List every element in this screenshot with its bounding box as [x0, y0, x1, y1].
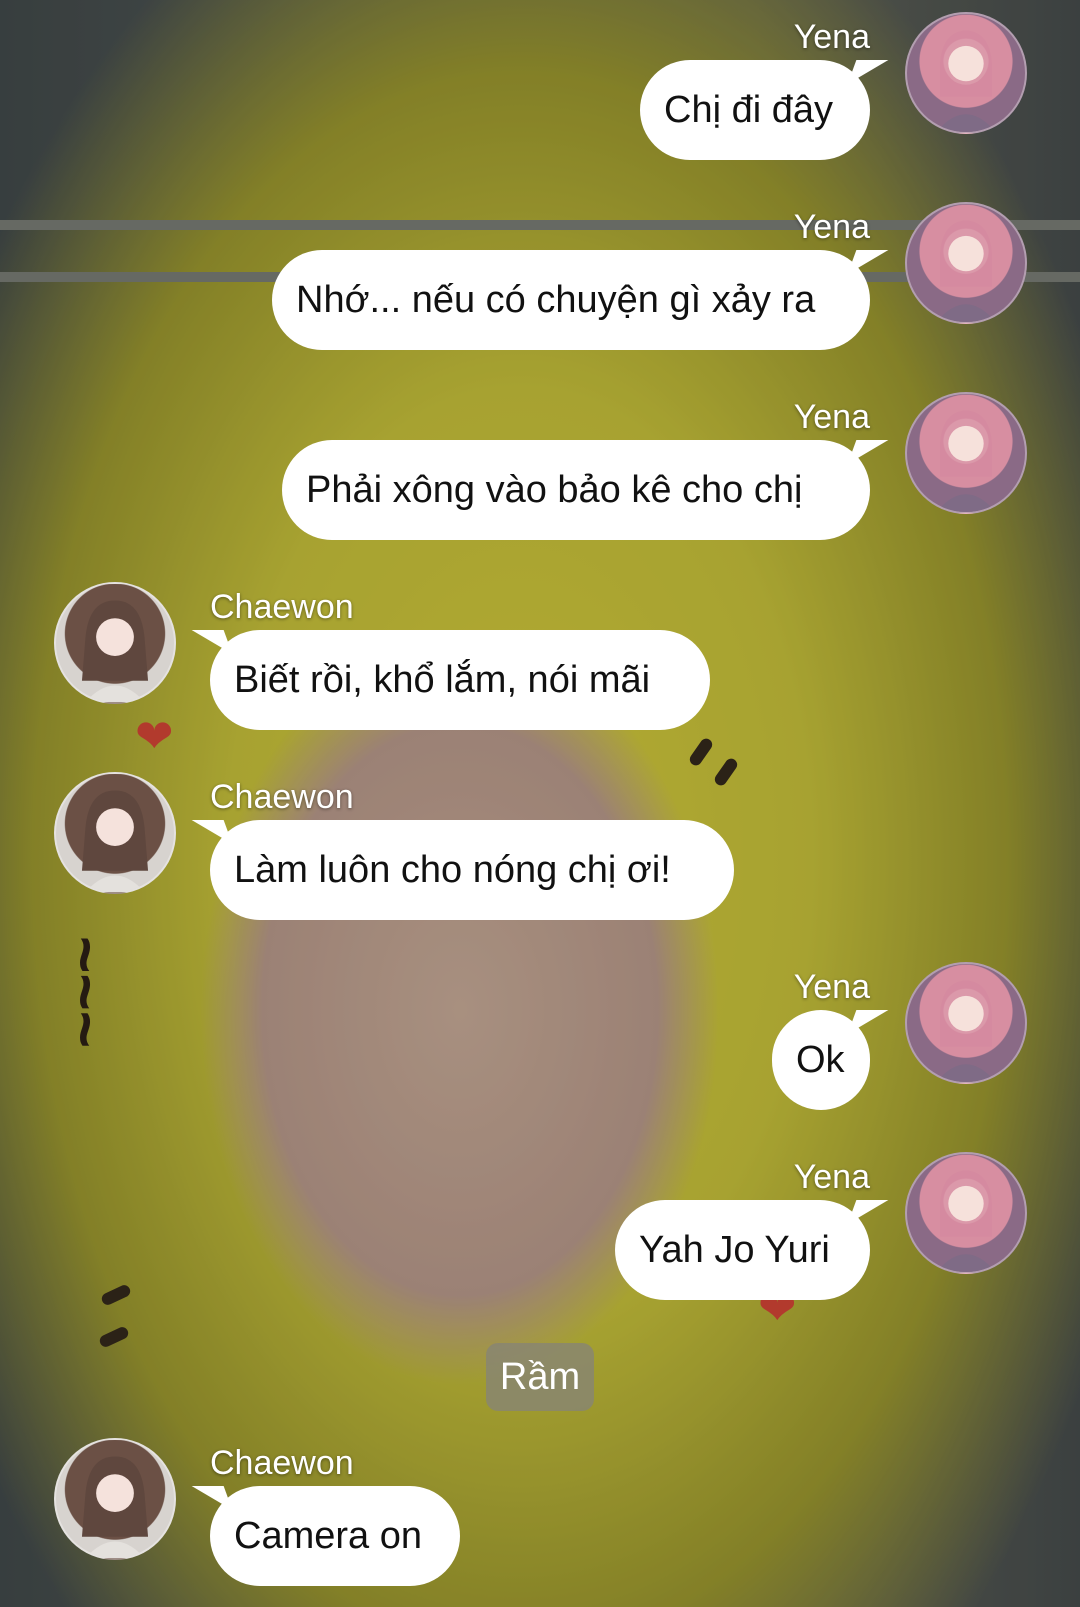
message-bubble[interactable]: Camera on — [210, 1486, 460, 1586]
sender-name: Yena — [793, 968, 870, 1006]
avatar-face-icon — [936, 220, 996, 322]
avatar-face-icon — [936, 410, 996, 512]
message-bubble[interactable]: Nhớ... nếu có chuyện gì xảy ra — [272, 250, 870, 350]
sender-name: Yena — [793, 398, 870, 436]
chaewon-avatar[interactable] — [54, 1438, 176, 1560]
chaewon-avatar[interactable] — [54, 582, 176, 704]
sender-name: Chaewon — [210, 1444, 354, 1482]
sender-name: Yena — [793, 208, 870, 246]
sender-name: Yena — [793, 18, 870, 56]
message-bubble[interactable]: Phải xông vào bảo kê cho chị — [282, 440, 870, 540]
heart-icon: ❤ — [135, 710, 174, 762]
chat-screen: ❤ ❤ ~~~ Yena Chị đi đây Yena Nhớ... nếu … — [0, 0, 1080, 1607]
message-bubble[interactable]: Biết rồi, khổ lắm, nói mãi — [210, 630, 710, 730]
system-note: Rầm — [486, 1343, 594, 1411]
message-bubble[interactable]: Làm luôn cho nóng chị ơi! — [210, 820, 734, 920]
yena-avatar[interactable] — [905, 202, 1027, 324]
sender-name: Chaewon — [210, 588, 354, 626]
yena-avatar[interactable] — [905, 962, 1027, 1084]
avatar-face-icon — [81, 790, 149, 892]
message-bubble[interactable]: Chị đi đây — [640, 60, 870, 160]
yena-avatar[interactable] — [905, 392, 1027, 514]
avatar-face-icon — [81, 1456, 149, 1558]
squiggle-mark: ~~~ — [50, 935, 123, 1049]
message-bubble[interactable]: Yah Jo Yuri — [615, 1200, 870, 1300]
message-bubble[interactable]: Ok — [772, 1010, 870, 1110]
avatar-face-icon — [936, 30, 996, 132]
avatar-face-icon — [936, 980, 996, 1082]
yena-avatar[interactable] — [905, 12, 1027, 134]
sender-name: Chaewon — [210, 778, 354, 816]
yena-avatar[interactable] — [905, 1152, 1027, 1274]
avatar-face-icon — [936, 1170, 996, 1272]
sender-name: Yena — [793, 1158, 870, 1196]
chaewon-avatar[interactable] — [54, 772, 176, 894]
avatar-face-icon — [81, 600, 149, 702]
